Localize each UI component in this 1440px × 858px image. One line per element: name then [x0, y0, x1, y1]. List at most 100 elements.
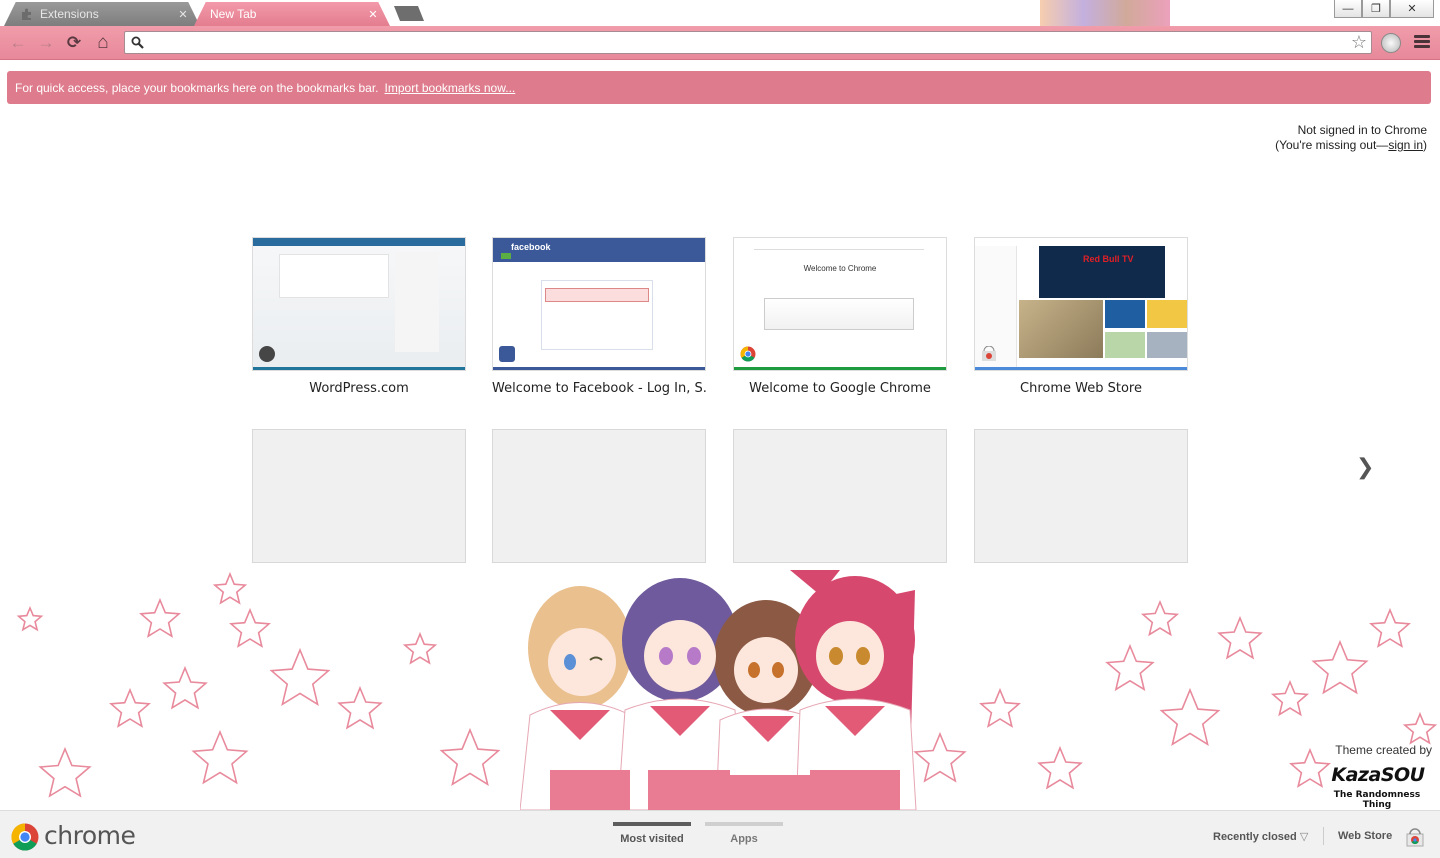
tab-label: Apps — [730, 833, 758, 845]
star-outline — [1217, 615, 1263, 660]
puzzle-icon — [22, 8, 31, 20]
tile-color-strip — [493, 367, 705, 370]
omnibox-input[interactable] — [149, 34, 1339, 51]
recently-closed-label: Recently closed — [1213, 831, 1297, 843]
web-store-icon — [982, 346, 996, 361]
star-outline — [38, 746, 92, 798]
bookmark-star-icon[interactable]: ☆ — [1351, 33, 1367, 52]
tab-label: Most visited — [620, 833, 684, 845]
thumbnail-banner-text: Red Bull TV — [1083, 254, 1134, 264]
home-button[interactable]: ⌂ — [93, 32, 113, 53]
most-visited-tile-chrome-welcome[interactable]: Welcome to Chrome — [733, 237, 947, 371]
star-outline — [269, 647, 331, 706]
chrome-logo-icon — [11, 823, 39, 851]
most-visited-title[interactable]: Chrome Web Store — [974, 381, 1188, 396]
omnibox[interactable]: ☆ — [124, 31, 1372, 54]
web-store-icon[interactable] — [1405, 827, 1425, 847]
star-outline — [1311, 639, 1369, 695]
facebook-icon — [499, 346, 515, 362]
signin-prompt-text: (You're missing out— — [1275, 138, 1389, 152]
wordpress-icon — [259, 346, 275, 362]
tile-color-strip — [734, 367, 946, 370]
star-outline — [109, 687, 151, 728]
most-visited-tile-wordpress[interactable] — [252, 237, 466, 371]
sign-in-link[interactable]: sign in — [1388, 138, 1423, 152]
thumbnail-title: Welcome to Chrome — [803, 264, 877, 273]
web-store-link[interactable]: Web Store — [1338, 830, 1392, 842]
star-outline — [162, 665, 208, 710]
search-icon — [131, 36, 144, 49]
chrome-icon — [740, 346, 756, 362]
thumbnail-header — [253, 238, 465, 246]
tab-new-tab[interactable]: New Tab ✕ — [194, 2, 390, 26]
most-visited-title[interactable]: WordPress.com — [252, 381, 466, 396]
thumbnail-header — [754, 244, 924, 250]
ntp-footer: chrome Most visited Apps Recently closed… — [0, 810, 1440, 858]
forward-button[interactable]: → — [36, 33, 56, 53]
star-outline — [1369, 607, 1411, 648]
close-tab-icon[interactable]: ✕ — [366, 8, 380, 21]
star-outline — [979, 687, 1021, 728]
tab-title: Extensions — [40, 7, 99, 21]
reload-button[interactable]: ⟳ — [64, 33, 84, 53]
theme-credit-label: Theme created by — [1335, 743, 1432, 757]
theme-author-logo[interactable]: KazaSOU — [1326, 764, 1430, 786]
theme-header-image — [1040, 0, 1170, 26]
empty-tile — [252, 429, 466, 563]
new-tab-button[interactable] — [394, 6, 424, 21]
tab-indicator — [613, 822, 691, 826]
thumbnail-warning — [545, 288, 649, 302]
chrome-wordmark: chrome — [44, 821, 136, 850]
star-outline — [229, 607, 271, 648]
next-page-arrow-icon[interactable]: ❯ — [1356, 454, 1374, 480]
tab-indicator — [705, 822, 783, 826]
chevron-down-icon: ▽ — [1299, 831, 1309, 843]
extension-icon[interactable] — [1381, 33, 1401, 53]
bookmarks-bar-promo: For quick access, place your bookmarks h… — [7, 71, 1431, 104]
tile-color-strip — [975, 367, 1187, 370]
most-visited-title[interactable]: Welcome to Google Chrome — [733, 381, 947, 396]
chrome-menu-button[interactable] — [1414, 35, 1430, 49]
thumbnail-sidebar — [395, 252, 439, 352]
thumbnail-signup — [501, 253, 511, 259]
back-button[interactable]: ← — [8, 33, 28, 53]
star-outline — [913, 731, 967, 783]
tile-color-strip — [253, 367, 465, 370]
star-outline — [1270, 679, 1310, 717]
thumbnail-app — [1019, 300, 1103, 358]
restore-button[interactable]: ❐ — [1362, 0, 1390, 18]
most-visited-tile-web-store[interactable]: Red Bull TV — [974, 237, 1188, 371]
theme-background-characters — [520, 570, 917, 810]
star-outline — [1037, 745, 1083, 790]
tab-extensions[interactable]: Extensions ✕ — [4, 2, 200, 26]
signin-prompt: (You're missing out—sign in) — [1275, 138, 1427, 153]
minimize-button[interactable]: — — [1334, 0, 1362, 18]
most-visited-title[interactable]: Welcome to Facebook - Log In, S... — [492, 381, 706, 396]
browser-toolbar: ← → ⟳ ⌂ ☆ — [0, 26, 1440, 60]
star-outline — [402, 631, 438, 665]
footer-divider — [1323, 827, 1324, 845]
import-bookmarks-link[interactable]: Import bookmarks now... — [385, 81, 516, 95]
most-visited-tile-facebook[interactable]: facebook — [492, 237, 706, 371]
menu-line — [1414, 45, 1430, 48]
theme-author-subtitle: The Randomness Thing — [1333, 790, 1421, 810]
star-outline — [212, 571, 248, 605]
star-outline — [139, 597, 181, 638]
recently-closed-menu[interactable]: Recently closed ▽ — [1213, 830, 1308, 843]
menu-line — [1414, 35, 1430, 38]
star-outline — [1402, 711, 1438, 745]
tab-most-visited[interactable]: Most visited — [613, 819, 691, 857]
close-window-button[interactable]: ✕ — [1390, 0, 1434, 18]
star-outline — [191, 729, 249, 785]
thumbnail-app — [1105, 332, 1145, 358]
tab-apps[interactable]: Apps — [705, 819, 783, 857]
thumbnail-content — [764, 298, 914, 330]
thumbnail-app — [1147, 300, 1187, 328]
window-controls: — ❐ ✕ — [1334, 0, 1434, 18]
menu-line — [1414, 40, 1430, 43]
thumbnail-app — [1147, 332, 1187, 358]
star-outline — [16, 605, 44, 632]
bookmarks-promo-text: For quick access, place your bookmarks h… — [15, 80, 379, 95]
close-tab-icon[interactable]: ✕ — [176, 8, 190, 21]
thumbnail-content — [279, 254, 389, 298]
